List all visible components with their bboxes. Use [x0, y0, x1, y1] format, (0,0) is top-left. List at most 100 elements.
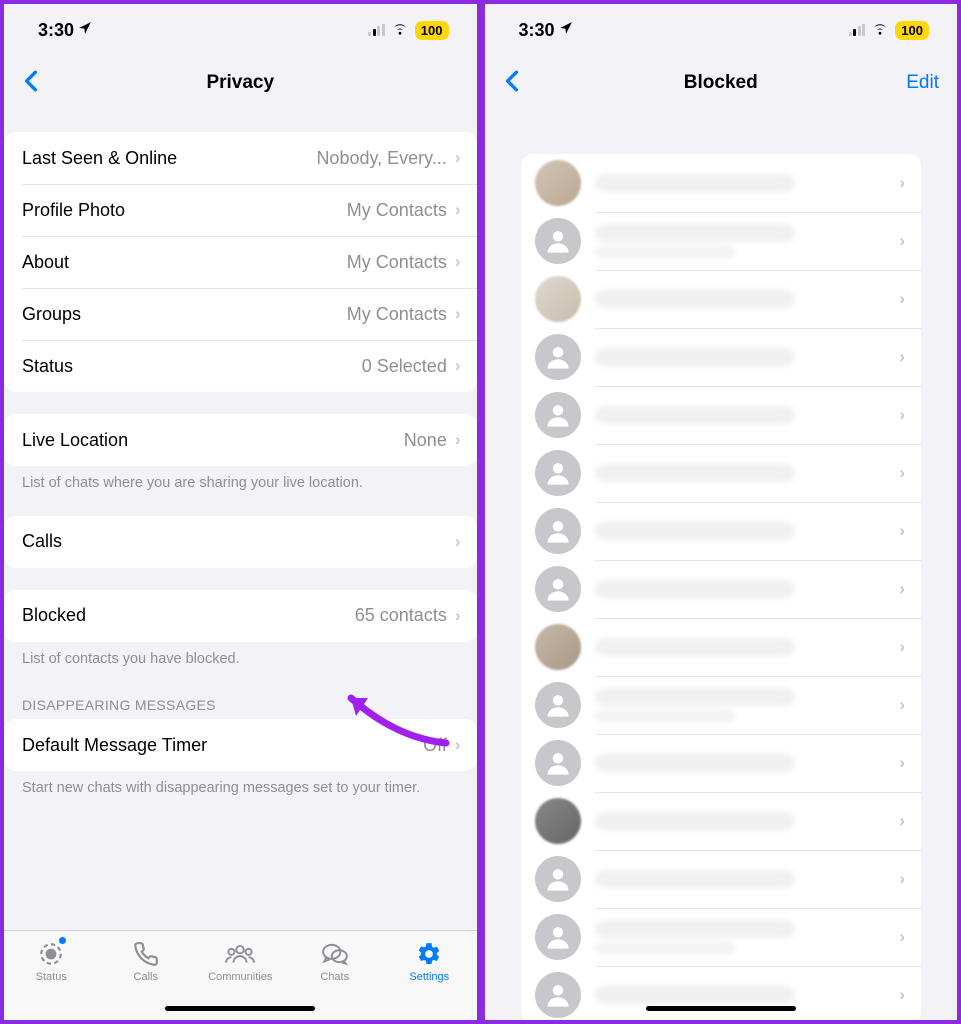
- contact-info: [595, 986, 890, 1004]
- chevron-right-icon: ›: [899, 753, 905, 773]
- contact-name-redacted: [595, 986, 795, 1004]
- disappearing-header: DISAPPEARING MESSAGES: [4, 669, 477, 719]
- contact-info: [595, 406, 890, 424]
- avatar: [535, 798, 581, 844]
- privacy-content: Last Seen & Online Nobody, Every... › Pr…: [4, 110, 477, 930]
- home-indicator[interactable]: [646, 1006, 796, 1011]
- status-bar: 3:30 100: [4, 4, 477, 56]
- contact-info: [595, 348, 890, 366]
- row-about[interactable]: About My Contacts ›: [4, 236, 477, 288]
- chevron-right-icon: ›: [455, 532, 461, 552]
- contact-name-redacted: [595, 638, 795, 656]
- contact-name-redacted: [595, 580, 795, 598]
- contact-sub-redacted: [595, 710, 735, 722]
- status-time: 3:30: [38, 20, 74, 41]
- blocked-contact-row[interactable]: ›: [521, 966, 922, 1020]
- contact-name-redacted: [595, 688, 795, 706]
- page-title: Blocked: [485, 72, 958, 94]
- chevron-right-icon: ›: [899, 927, 905, 947]
- blocked-contact-row[interactable]: ›: [521, 154, 922, 212]
- edit-button[interactable]: Edit: [906, 72, 939, 94]
- contact-info: [595, 224, 890, 258]
- back-button[interactable]: [18, 69, 44, 97]
- contact-info: [595, 920, 890, 954]
- blocked-contact-row[interactable]: ›: [521, 386, 922, 444]
- row-blocked[interactable]: Blocked 65 contacts ›: [4, 590, 477, 642]
- contact-info: [595, 688, 890, 722]
- row-profile-photo[interactable]: Profile Photo My Contacts ›: [4, 184, 477, 236]
- blocked-contact-row[interactable]: ›: [521, 502, 922, 560]
- tab-communities[interactable]: Communities: [200, 939, 280, 983]
- contact-info: [595, 580, 890, 598]
- contact-name-redacted: [595, 870, 795, 888]
- settings-icon: [416, 939, 442, 969]
- wifi-icon: [391, 20, 409, 40]
- chevron-right-icon: ›: [899, 231, 905, 251]
- tab-chats[interactable]: Chats: [295, 939, 375, 983]
- chevron-right-icon: ›: [899, 521, 905, 541]
- chevron-right-icon: ›: [899, 289, 905, 309]
- blocked-contact-row[interactable]: ›: [521, 270, 922, 328]
- avatar: [535, 392, 581, 438]
- avatar: [535, 566, 581, 612]
- row-status[interactable]: Status 0 Selected ›: [4, 340, 477, 392]
- chevron-right-icon: ›: [455, 252, 461, 272]
- contact-name-redacted: [595, 224, 795, 242]
- chevron-right-icon: ›: [899, 579, 905, 599]
- privacy-group-calls: Calls ›: [4, 516, 477, 568]
- blocked-contact-row[interactable]: ›: [521, 328, 922, 386]
- blocked-contact-row[interactable]: ›: [521, 618, 922, 676]
- blocked-contact-row[interactable]: ›: [521, 850, 922, 908]
- status-time: 3:30: [519, 20, 555, 41]
- avatar: [535, 508, 581, 554]
- location-icon: [559, 21, 573, 40]
- row-live-location[interactable]: Live Location None ›: [4, 414, 477, 466]
- contact-name-redacted: [595, 812, 795, 830]
- avatar: [535, 624, 581, 670]
- chevron-right-icon: ›: [455, 148, 461, 168]
- contact-info: [595, 638, 890, 656]
- avatar: [535, 450, 581, 496]
- blocked-content[interactable]: ›››››››››››››››: [485, 110, 958, 1020]
- nav-bar: Blocked Edit: [485, 56, 958, 110]
- blocked-screen: 3:30 100 Blocked Edit ›››››››››››››››: [481, 0, 961, 1024]
- chevron-right-icon: ›: [455, 430, 461, 450]
- privacy-group-disappearing: Default Message Timer Off ›: [4, 719, 477, 771]
- row-calls[interactable]: Calls ›: [4, 516, 477, 568]
- blocked-contact-row[interactable]: ›: [521, 792, 922, 850]
- blocked-contact-row[interactable]: ›: [521, 734, 922, 792]
- chevron-right-icon: ›: [899, 347, 905, 367]
- blocked-contact-row[interactable]: ›: [521, 444, 922, 502]
- signal-icon: [368, 24, 385, 36]
- home-indicator[interactable]: [165, 1006, 315, 1011]
- avatar: [535, 682, 581, 728]
- tab-status[interactable]: Status: [11, 939, 91, 983]
- avatar: [535, 160, 581, 206]
- tab-settings[interactable]: Settings: [389, 939, 469, 983]
- chevron-right-icon: ›: [899, 637, 905, 657]
- chevron-right-icon: ›: [455, 304, 461, 324]
- contact-info: [595, 754, 890, 772]
- contact-info: [595, 290, 890, 308]
- row-default-timer[interactable]: Default Message Timer Off ›: [4, 719, 477, 771]
- blocked-contact-row[interactable]: ›: [521, 676, 922, 734]
- contact-name-redacted: [595, 754, 795, 772]
- row-groups[interactable]: Groups My Contacts ›: [4, 288, 477, 340]
- contact-info: [595, 464, 890, 482]
- blocked-contact-row[interactable]: ›: [521, 212, 922, 270]
- chevron-right-icon: ›: [899, 463, 905, 483]
- live-location-note: List of chats where you are sharing your…: [4, 466, 477, 494]
- chevron-right-icon: ›: [899, 173, 905, 193]
- row-last-seen[interactable]: Last Seen & Online Nobody, Every... ›: [4, 132, 477, 184]
- status-icon: [38, 939, 64, 969]
- tab-calls[interactable]: Calls: [106, 939, 186, 983]
- blocked-contact-row[interactable]: ›: [521, 908, 922, 966]
- contact-name-redacted: [595, 406, 795, 424]
- privacy-group-blocked: Blocked 65 contacts ›: [4, 590, 477, 642]
- contact-name-redacted: [595, 174, 795, 192]
- back-button[interactable]: [499, 69, 525, 97]
- privacy-group-visibility: Last Seen & Online Nobody, Every... › Pr…: [4, 132, 477, 392]
- blocked-contact-row[interactable]: ›: [521, 560, 922, 618]
- status-bar: 3:30 100: [485, 4, 958, 56]
- contact-name-redacted: [595, 522, 795, 540]
